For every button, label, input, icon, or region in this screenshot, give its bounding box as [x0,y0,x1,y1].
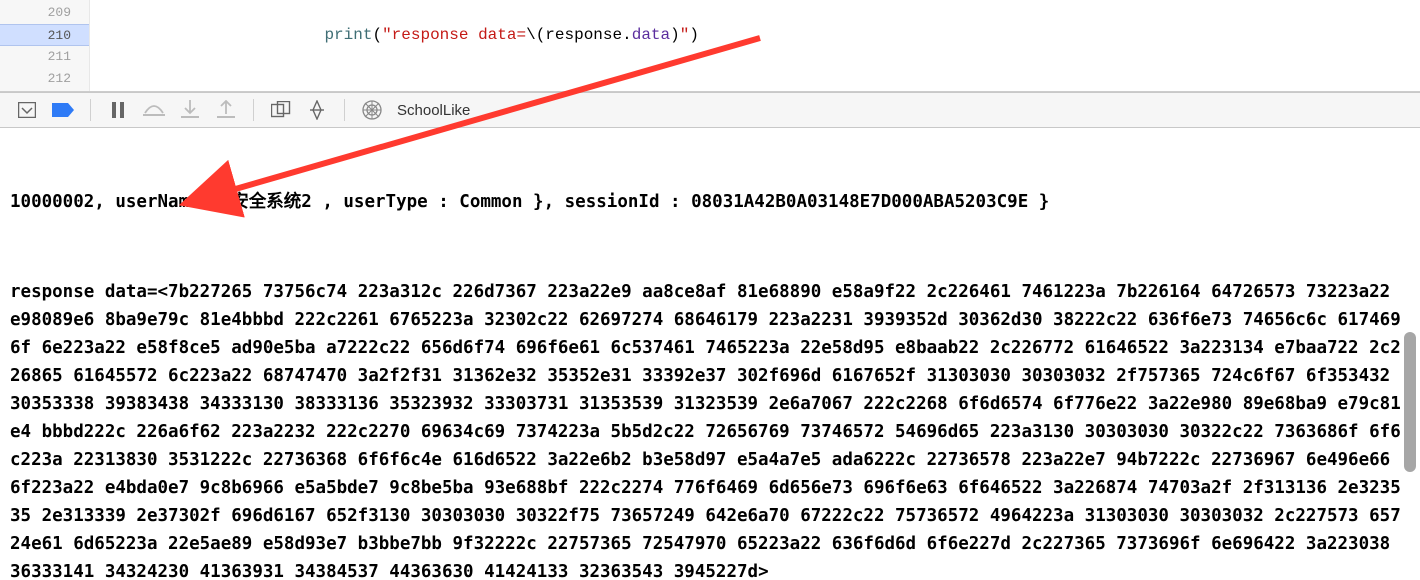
code-line[interactable]: print("response data=\(response.data)") [94,24,1420,46]
line-number: 211 [0,46,89,68]
step-over-button[interactable] [139,97,169,123]
debug-view-hierarchy-button[interactable] [266,97,296,123]
console-output[interactable]: 10000002, userName : 安全系统2 , userType : … [0,128,1420,580]
debug-memory-graph-button[interactable] [302,97,332,123]
toolbar-separator [90,99,91,121]
scrollbar-thumb[interactable] [1404,332,1416,472]
scheme-name-label[interactable]: SchoolLike [397,102,470,119]
debug-toolbar: SchoolLike [0,92,1420,128]
step-out-button[interactable] [211,97,241,123]
step-into-button[interactable] [175,97,205,123]
pause-continue-button[interactable] [103,97,133,123]
line-number: 210 [0,24,89,46]
console-toggle-button[interactable] [12,97,42,123]
scheme-icon[interactable] [357,97,387,123]
line-number-gutter: 209 210 211 212 [0,0,90,91]
line-number: 209 [0,2,89,24]
console-hex-output: response data=<7b227265 73756c74 223a312… [10,278,1410,580]
code-area[interactable]: print("response data=\(response.data)") [90,0,1420,91]
vertical-scrollbar[interactable] [1402,92,1418,580]
console-prev-line: 10000002, userName : 安全系统2 , userType : … [10,188,1410,216]
line-number: 212 [0,68,89,90]
code-editor: 209 210 211 212 print("response data=\(r… [0,0,1420,92]
toolbar-separator [344,99,345,121]
breakpoint-toggle-button[interactable] [48,97,78,123]
toolbar-separator [253,99,254,121]
